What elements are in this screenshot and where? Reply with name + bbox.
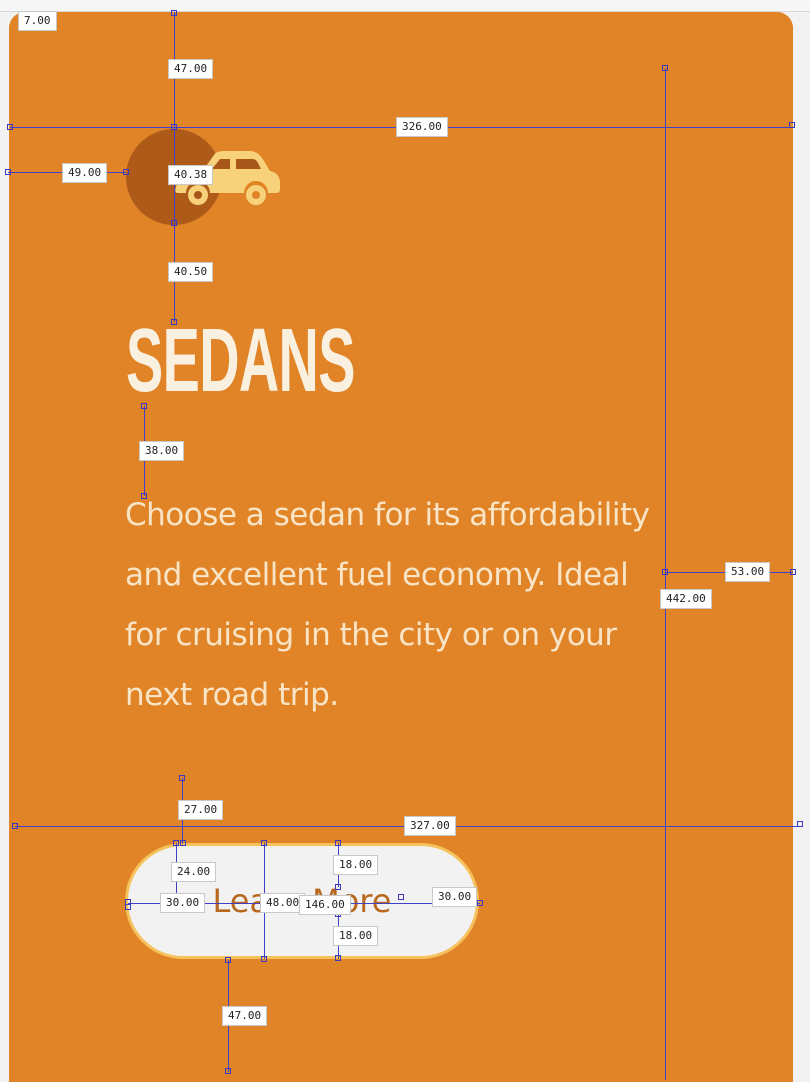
measure-point [662,65,668,71]
measure-label: 40.38 [168,165,214,185]
measure-label: 442.00 [660,589,712,609]
measure-point [477,900,483,906]
measure-point [171,10,177,16]
measure-label: 53.00 [725,562,771,582]
measure-point [662,569,668,575]
measure-point [180,840,186,846]
measure-label: 47.00 [222,1006,268,1026]
measure-point [125,904,131,910]
measure-point [789,122,795,128]
measure-label: 38.00 [139,441,185,461]
measure-point [335,884,341,890]
measure-label: 30.00 [160,893,206,913]
measure-label: 18.00 [333,855,379,875]
measure-label: 40.50 [168,262,214,282]
measure-point [141,403,147,409]
measure-point [225,957,231,963]
top-bar [0,0,810,12]
measure-point [225,1068,231,1074]
measure-label: 30.00 [432,887,478,907]
measure-point [335,955,341,961]
measure-label: 7.00 [18,11,57,31]
measure-point [7,124,13,130]
measure-point [797,821,803,827]
measure-point [12,823,18,829]
measure-point [261,840,267,846]
measure-point [173,840,179,846]
measure-point [141,493,147,499]
measure-point [790,569,796,575]
measure-point [5,169,11,175]
measure-label: 49.00 [62,163,108,183]
measure-label: 327.00 [404,816,456,836]
measure-point [171,319,177,325]
measure-point [179,775,185,781]
measure-label: 47.00 [168,59,214,79]
measure-point [171,220,177,226]
measure-point [398,894,404,900]
card-description: Choose a sedan for its affordability and… [125,497,650,713]
measure-label: 27.00 [178,800,224,820]
measure-label: 326.00 [396,117,448,137]
measure-point [171,124,177,130]
measure-label: 18.00 [333,926,379,946]
card-title: SEDANS [126,311,355,411]
measure-point [123,169,129,175]
measure-label: 146.00 [299,895,351,915]
measure-label: 24.00 [171,862,217,882]
measure-point [335,840,341,846]
measure-point [261,956,267,962]
